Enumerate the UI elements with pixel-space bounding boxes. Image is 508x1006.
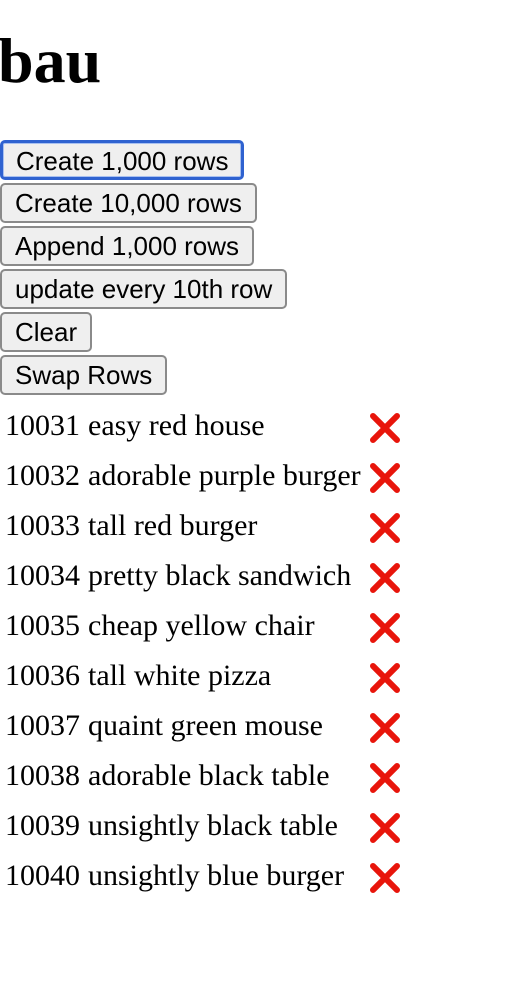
row-label-link[interactable]: adorable black table [88,759,330,792]
create-10000-rows-button[interactable]: Create 10,000 rows [0,183,257,223]
row-id: 10031 [5,409,80,442]
row-id: 10033 [5,509,80,542]
close-icon[interactable] [368,811,402,845]
row-delete-cell[interactable] [364,502,406,550]
row-delete-cell[interactable] [364,752,406,800]
close-icon[interactable] [368,761,402,795]
table-row: 10032 adorable purple burger [4,452,406,500]
row-label-link[interactable]: cheap yellow chair [88,609,315,642]
close-icon[interactable] [368,411,402,445]
row-id: 10035 [5,609,80,642]
row-id: 10034 [5,559,80,592]
close-icon[interactable] [368,611,402,645]
row-delete-cell[interactable] [364,852,406,900]
clear-button[interactable]: Clear [0,312,93,352]
table-row: 10036 tall white pizza [4,652,406,700]
button-toolbar: Create 1,000 rows Create 10,000 rows App… [0,140,400,398]
close-icon[interactable] [368,711,402,745]
row-id: 10037 [5,709,80,742]
close-icon[interactable] [368,511,402,545]
row-delete-cell[interactable] [364,452,406,500]
rows-table-body: 10031 easy red house 10032 adorable purple … [4,402,406,900]
table-row: 10040 unsightly blue burger [4,852,406,900]
table-row: 10035 cheap yellow chair [4,602,406,650]
row-label-link[interactable]: adorable purple burger [88,459,361,492]
row-delete-cell[interactable] [364,652,406,700]
table-row: 10037 quaint green mouse [4,702,406,750]
swap-rows-button[interactable]: Swap Rows [0,355,168,395]
row-id: 10038 [5,759,80,792]
row-label-cell[interactable]: 10033 tall red burger [4,502,362,550]
close-icon[interactable] [368,561,402,595]
close-icon[interactable] [368,461,402,495]
row-label-cell[interactable]: 10034 pretty black sandwich [4,552,362,600]
row-label-cell[interactable]: 10039 unsightly black table [4,802,362,850]
update-every-10th-row-button[interactable]: update every 10th row [0,269,288,309]
row-label-link[interactable]: unsightly blue burger [88,859,344,892]
row-label-cell[interactable]: 10040 unsightly blue burger [4,852,362,900]
table-row: 10039 unsightly black table [4,802,406,850]
row-label-cell[interactable]: 10032 adorable purple burger [4,452,362,500]
row-label-link[interactable]: pretty black sandwich [88,559,351,592]
table-row: 10031 easy red house [4,402,406,450]
row-label-link[interactable]: tall white pizza [88,659,271,692]
row-label-link[interactable]: tall red burger [88,509,257,542]
row-delete-cell[interactable] [364,602,406,650]
row-delete-cell[interactable] [364,402,406,450]
row-label-link[interactable]: easy red house [88,409,265,442]
table-row: 10033 tall red burger [4,502,406,550]
close-icon[interactable] [368,861,402,895]
rows-table: 10031 easy red house 10032 adorable purple … [2,400,408,902]
row-id: 10039 [5,809,80,842]
row-delete-cell[interactable] [364,702,406,750]
row-label-cell[interactable]: 10036 tall white pizza [4,652,362,700]
row-label-cell[interactable]: 10038 adorable black table [4,752,362,800]
table-row: 10038 adorable black table [4,752,406,800]
row-label-link[interactable]: quaint green mouse [88,709,323,742]
row-id: 10032 [5,459,80,492]
row-label-cell[interactable]: 10037 quaint green mouse [4,702,362,750]
page-title: bau [0,25,102,96]
row-id: 10040 [5,859,80,892]
row-delete-cell[interactable] [364,552,406,600]
row-id: 10036 [5,659,80,692]
close-icon[interactable] [368,661,402,695]
row-label-link[interactable]: unsightly black table [88,809,338,842]
append-1000-rows-button[interactable]: Append 1,000 rows [0,226,255,266]
create-1000-rows-button[interactable]: Create 1,000 rows [0,140,245,180]
row-label-cell[interactable]: 10035 cheap yellow chair [4,602,362,650]
row-delete-cell[interactable] [364,802,406,850]
table-row: 10034 pretty black sandwich [4,552,406,600]
row-label-cell[interactable]: 10031 easy red house [4,402,362,450]
